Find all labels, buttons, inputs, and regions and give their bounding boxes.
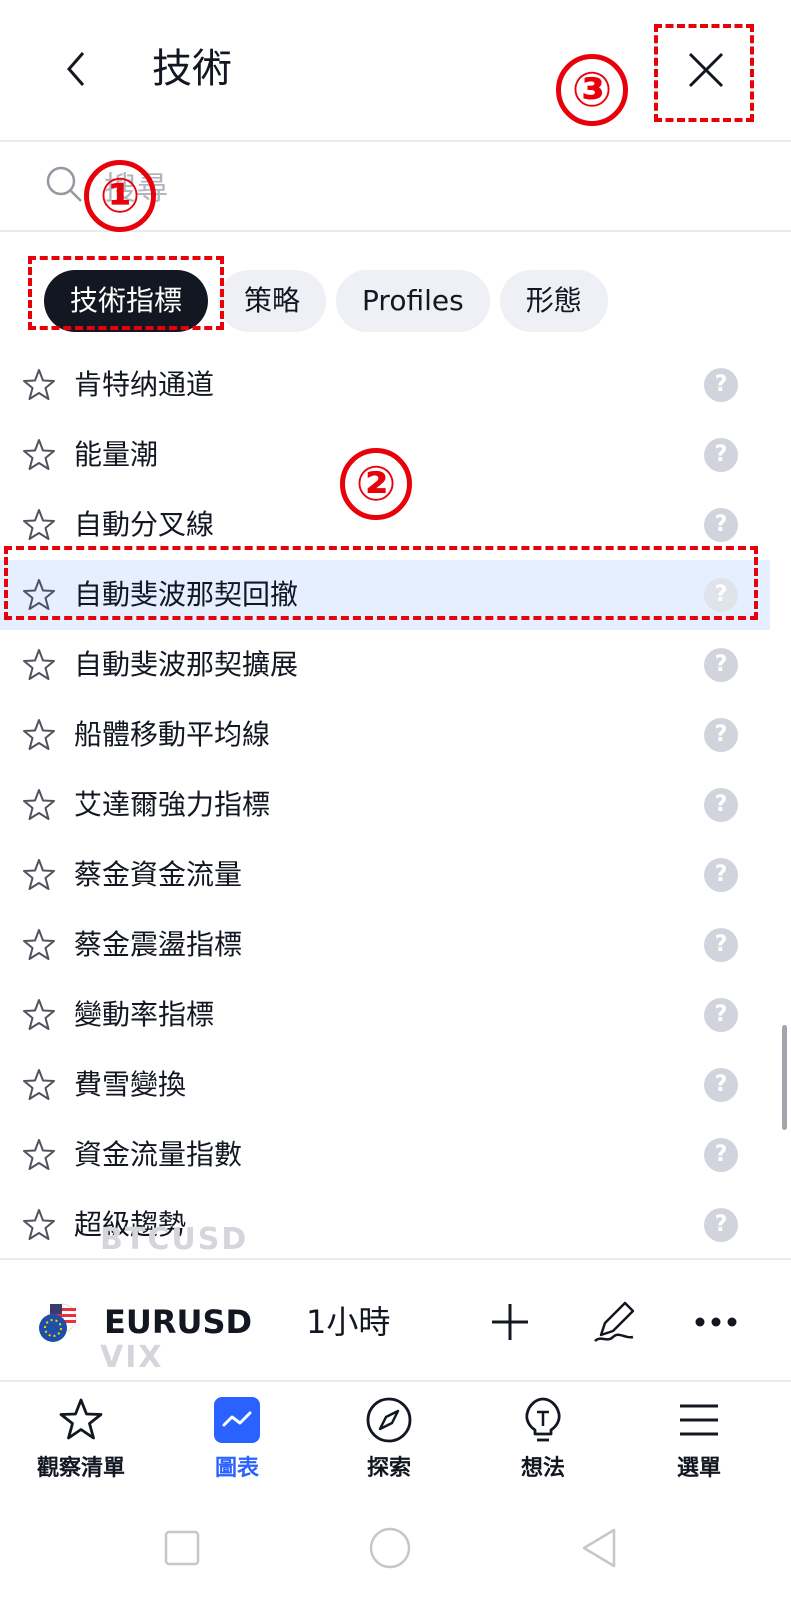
- nav-label: 圖表: [214, 1456, 259, 1481]
- home-icon[interactable]: [368, 1526, 412, 1570]
- indicator-row[interactable]: 蔡金震盪指標?: [0, 910, 791, 980]
- favorite-star-icon[interactable]: [22, 438, 56, 472]
- indicator-name: 肯特纳通道: [74, 368, 215, 401]
- favorite-star-icon[interactable]: [22, 368, 56, 402]
- nav-ideas[interactable]: 想法: [478, 1396, 608, 1492]
- indicator-name: 能量潮: [74, 438, 159, 471]
- chart-symbol[interactable]: EURUSD: [104, 1300, 252, 1344]
- indicator-row[interactable]: 肯特纳通道?: [0, 350, 791, 420]
- favorite-star-icon[interactable]: [22, 858, 56, 892]
- indicator-name: 自動斐波那契擴展: [74, 648, 299, 681]
- favorite-star-icon[interactable]: [22, 1208, 56, 1242]
- help-icon[interactable]: ?: [704, 508, 738, 542]
- tab-strategies[interactable]: 策略: [218, 270, 327, 332]
- drawing-tools-button[interactable]: [588, 1296, 640, 1348]
- indicator-name: 船體移動平均線: [74, 718, 271, 751]
- nav-label: 探索: [366, 1456, 411, 1481]
- nav-menu[interactable]: 選單: [634, 1396, 764, 1492]
- help-icon[interactable]: ?: [704, 788, 738, 822]
- nav-watchlist[interactable]: 觀察清單: [16, 1396, 146, 1492]
- more-icon: [695, 1317, 737, 1327]
- favorite-star-icon[interactable]: [22, 1068, 56, 1102]
- menu-icon: [680, 1404, 718, 1436]
- indicator-name: 蔡金資金流量: [74, 858, 243, 891]
- indicator-row[interactable]: 自動斐波那契擴展?: [0, 630, 791, 700]
- favorite-star-icon[interactable]: [22, 788, 56, 822]
- indicator-name: 變動率指標: [74, 998, 215, 1031]
- help-icon[interactable]: ?: [704, 998, 738, 1032]
- lightbulb-icon: [525, 1397, 561, 1442]
- favorite-star-icon[interactable]: [22, 998, 56, 1032]
- indicator-name: 艾達爾強力指標: [74, 788, 271, 821]
- indicator-name: 資金流量指數: [74, 1138, 243, 1171]
- tab-patterns[interactable]: 形態: [499, 270, 608, 332]
- search-input[interactable]: [104, 166, 704, 210]
- tab-profiles[interactable]: Profiles: [336, 270, 490, 332]
- annotation-number-1: ①: [84, 160, 156, 232]
- help-icon[interactable]: ?: [704, 718, 738, 752]
- currency-flag-icon[interactable]: [36, 1302, 78, 1344]
- indicator-row[interactable]: 蔡金資金流量?: [0, 840, 791, 910]
- annotation-box-close: [654, 24, 754, 122]
- back-triangle-icon[interactable]: [578, 1526, 622, 1570]
- pen-icon: [594, 1301, 635, 1342]
- compass-icon: [366, 1397, 412, 1443]
- annotation-box-row: [4, 546, 758, 620]
- recent-apps-icon[interactable]: [160, 1526, 204, 1570]
- help-icon[interactable]: ?: [704, 1138, 738, 1172]
- nav-label: 想法: [520, 1456, 565, 1481]
- chart-icon: [214, 1397, 260, 1443]
- back-button[interactable]: [52, 40, 100, 98]
- more-options-button[interactable]: [690, 1296, 742, 1348]
- chevron-left-icon: [67, 52, 85, 86]
- favorite-star-icon[interactable]: [22, 718, 56, 752]
- indicator-row[interactable]: 資金流量指數?: [0, 1120, 791, 1190]
- nav-explore[interactable]: 探索: [324, 1396, 454, 1492]
- help-icon[interactable]: ?: [704, 648, 738, 682]
- background-watchlist-symbol: BTCUSD: [100, 1222, 249, 1257]
- indicator-name: 蔡金震盪指標: [74, 928, 243, 961]
- indicator-row[interactable]: 船體移動平均線?: [0, 700, 791, 770]
- favorite-star-icon[interactable]: [22, 1138, 56, 1172]
- indicator-row[interactable]: 變動率指標?: [0, 980, 791, 1050]
- annotation-number-2: ②: [340, 448, 412, 520]
- indicator-name: 自動分叉線: [74, 508, 215, 541]
- indicator-name: 費雪變換: [74, 1068, 187, 1101]
- search-icon: [46, 166, 82, 202]
- favorite-star-icon[interactable]: [22, 648, 56, 682]
- favorite-star-icon[interactable]: [22, 928, 56, 962]
- background-watchlist-symbol: VIX: [100, 1340, 164, 1375]
- help-icon[interactable]: ?: [704, 928, 738, 962]
- nav-label: 觀察清單: [36, 1456, 125, 1481]
- annotation-box-tab: [28, 256, 224, 330]
- nav-chart[interactable]: 圖表: [172, 1396, 302, 1492]
- help-icon[interactable]: ?: [704, 1208, 738, 1242]
- plus-icon: [492, 1304, 528, 1340]
- indicator-row[interactable]: 艾達爾強力指標?: [0, 770, 791, 840]
- nav-label: 選單: [676, 1456, 721, 1481]
- indicator-row[interactable]: 費雪變換?: [0, 1050, 791, 1120]
- chart-interval[interactable]: 1小時: [306, 1300, 390, 1344]
- list-scrollbar[interactable]: [782, 1025, 787, 1130]
- star-icon: [59, 1398, 103, 1440]
- help-icon[interactable]: ?: [704, 368, 738, 402]
- add-indicator-button[interactable]: [484, 1296, 536, 1348]
- help-icon[interactable]: ?: [704, 438, 738, 472]
- page-title: 技術: [152, 46, 232, 92]
- help-icon[interactable]: ?: [704, 858, 738, 892]
- favorite-star-icon[interactable]: [22, 508, 56, 542]
- help-icon[interactable]: ?: [704, 1068, 738, 1102]
- annotation-number-3: ③: [556, 54, 628, 126]
